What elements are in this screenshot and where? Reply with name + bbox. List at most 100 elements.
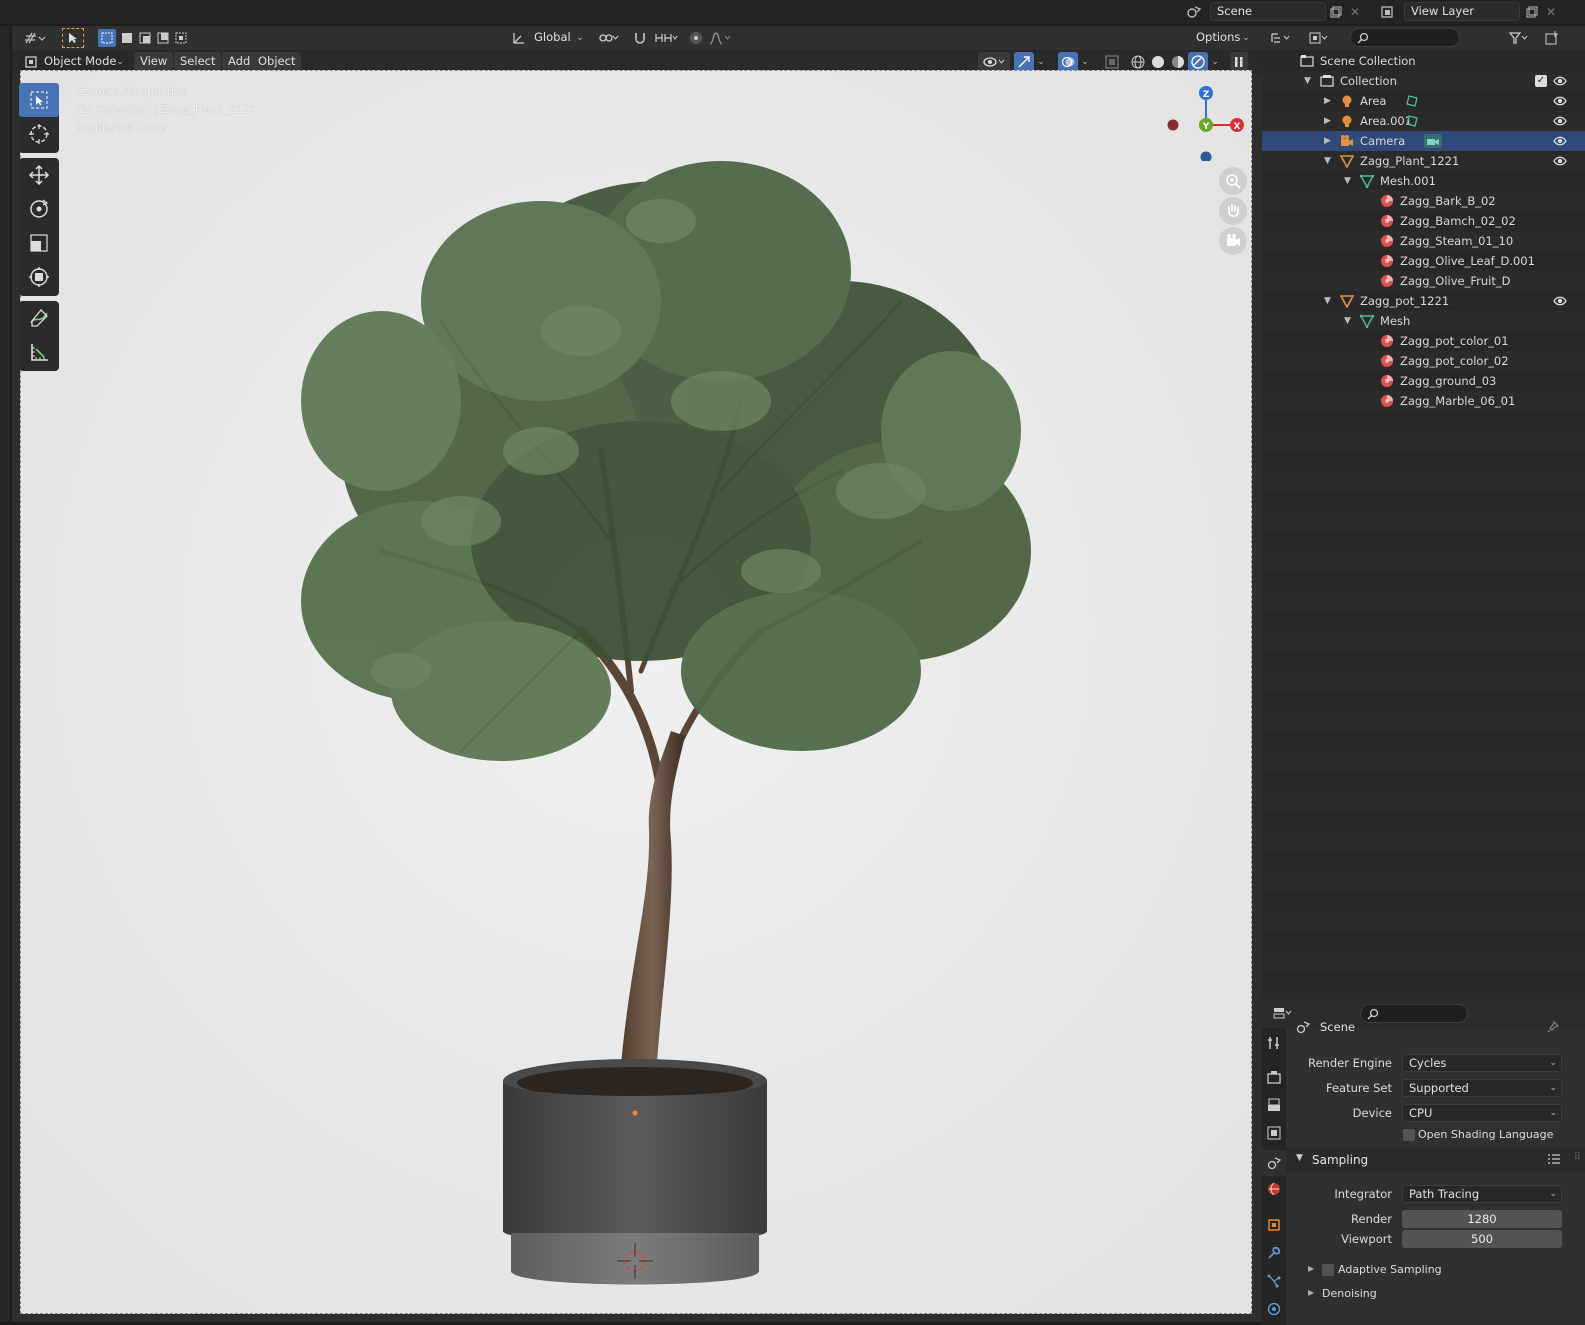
rotate-tool-icon[interactable] [19,192,59,226]
view-layer-selector[interactable]: View Layer [1404,2,1520,21]
shading-rendered-icon[interactable] [1188,52,1208,72]
device-dropdown[interactable]: CPU ⌄ [1402,1104,1562,1122]
filter-icon[interactable] [1504,28,1534,48]
viewport-canvas[interactable]: Camera Perspective (1) Collection | Zagg… [20,70,1252,1314]
render-tab-icon[interactable] [1264,1066,1284,1088]
integrator-dropdown[interactable]: Path Tracing ⌄ [1402,1185,1562,1203]
select-intersect-mode-icon[interactable] [172,29,190,47]
outliner-row[interactable]: ▼ Mesh.001 [1262,171,1585,191]
camera-view-icon[interactable] [1219,227,1247,255]
tool-tab-icon[interactable] [1264,1032,1284,1054]
chevron-right-icon[interactable]: ▶ [1324,91,1331,111]
xray-toggle-icon[interactable] [1102,52,1122,72]
drag-handle-icon[interactable]: ⠿ [1574,1152,1581,1163]
select-extend-mode-icon[interactable] [118,29,136,47]
move-tool-icon[interactable] [19,158,59,192]
select-new-mode-icon[interactable] [98,29,116,47]
adaptive-sampling-subpanel[interactable]: ▶ Adaptive Sampling [1286,1260,1585,1282]
outliner-row[interactable]: Zagg_Bamch_02_02 [1262,211,1585,231]
scene-icon[interactable] [1180,2,1208,21]
editor-type-icon[interactable] [20,28,50,48]
menu-object[interactable]: Object [252,52,302,70]
pivot-point-icon[interactable] [594,28,624,48]
chevron-right-icon[interactable]: ▶ [1324,131,1331,151]
outliner-row[interactable]: ▶ Camera [1262,131,1585,151]
outliner-row[interactable]: Zagg_Olive_Leaf_D.001 [1262,251,1585,271]
denoising-subpanel[interactable]: ▶ Denoising [1286,1284,1585,1306]
object-tab-icon[interactable] [1264,1214,1284,1236]
pan-hand-icon[interactable] [1219,197,1247,225]
menu-select[interactable]: Select [174,52,222,70]
outliner-row[interactable]: ▼ Zagg_pot_1221 [1262,291,1585,311]
new-collection-icon[interactable] [1542,28,1562,48]
transform-tool-icon[interactable] [19,260,59,294]
proportional-falloff-icon[interactable] [706,28,734,48]
select-invert-mode-icon[interactable] [154,29,172,47]
output-tab-icon[interactable] [1264,1094,1284,1116]
sampling-panel-header[interactable]: ▼ Sampling ⠿ [1286,1148,1585,1172]
gizmo-toggle-icon[interactable] [1014,52,1034,72]
select-subtract-mode-icon[interactable] [136,29,154,47]
close-scene-icon[interactable]: ✕ [1346,2,1364,21]
proportional-editing-icon[interactable] [686,28,706,48]
overlays-toggle-icon[interactable] [1058,52,1078,72]
outliner-row[interactable]: Zagg_pot_color_01 [1262,331,1585,351]
active-tool-select-icon[interactable] [62,28,84,48]
scale-tool-icon[interactable] [19,226,59,260]
menu-view[interactable]: View [134,52,174,70]
shading-material-icon[interactable] [1168,52,1188,72]
select-box-tool-icon[interactable] [19,83,59,117]
scene-tab-icon[interactable] [1262,1150,1286,1176]
cursor-tool-icon[interactable] [19,117,59,151]
outliner-row[interactable]: Zagg_Steam_01_10 [1262,231,1585,251]
outliner-row[interactable]: Zagg_Marble_06_01 [1262,391,1585,411]
particles-tab-icon[interactable] [1264,1270,1284,1292]
outliner-row[interactable]: ▼ Mesh [1262,311,1585,331]
outliner-row[interactable]: Zagg_Bark_B_02 [1262,191,1585,211]
viewport-samples-field[interactable]: 500 [1402,1230,1562,1248]
outliner-row[interactable]: Zagg_ground_03 [1262,371,1585,391]
display-mode-icon[interactable] [1304,28,1334,48]
chevron-down-icon[interactable]: ▼ [1344,171,1351,191]
snap-toggle-icon[interactable] [630,28,650,48]
view-layer-icon[interactable] [1374,2,1402,21]
modifier-tab-icon[interactable] [1264,1242,1284,1264]
outliner-row[interactable]: Zagg_pot_color_02 [1262,351,1585,371]
feature-set-dropdown[interactable]: Supported ⌄ [1402,1079,1562,1097]
chevron-right-icon[interactable]: ▶ [1324,111,1331,131]
new-scene-icon[interactable] [1326,2,1346,21]
outliner-editor-type-icon[interactable] [1266,28,1296,48]
view-layer-tab-icon[interactable] [1264,1122,1284,1144]
annotate-tool-icon[interactable] [19,301,59,335]
outliner-row[interactable]: Scene Collection [1262,51,1585,71]
render-samples-field[interactable]: 1280 [1402,1210,1562,1228]
visibility-selectability-icon[interactable] [978,52,1010,72]
scene-selector[interactable]: Scene [1210,2,1326,21]
presets-icon[interactable] [1547,1152,1561,1169]
chevron-down-icon[interactable]: ▼ [1324,151,1331,171]
world-tab-icon[interactable] [1264,1178,1284,1200]
navigation-gizmo[interactable]: Z X Y [1165,81,1245,163]
new-view-layer-icon[interactable] [1522,2,1542,21]
pin-icon[interactable] [1544,1018,1562,1036]
close-view-layer-icon[interactable]: ✕ [1542,2,1560,21]
chevron-down-icon[interactable]: ▼ [1344,311,1351,331]
shading-solid-icon[interactable] [1148,52,1168,72]
outliner-row[interactable]: ▶ Area.001 [1262,111,1585,131]
adaptive-sampling-checkbox[interactable] [1322,1264,1334,1276]
shading-wireframe-icon[interactable] [1128,52,1148,72]
outliner-row[interactable]: ▶ Area [1262,91,1585,111]
measure-tool-icon[interactable] [19,335,59,369]
outliner-row[interactable]: ▼ Zagg_Plant_1221 [1262,151,1585,171]
physics-tab-icon[interactable] [1264,1298,1284,1320]
gizmo-options-icon[interactable]: ⌄ [1034,52,1048,72]
snap-target-icon[interactable] [650,28,682,48]
chevron-down-icon[interactable]: ▼ [1324,291,1331,311]
pause-render-icon[interactable] [1230,52,1248,72]
chevron-down-icon[interactable]: ▼ [1304,71,1311,91]
osl-checkbox[interactable] [1403,1129,1415,1141]
overlays-options-icon[interactable]: ⌄ [1078,52,1092,72]
render-engine-dropdown[interactable]: Cycles ⌄ [1402,1054,1562,1072]
exclude-checkbox[interactable]: ✓ [1535,75,1547,87]
outliner-row[interactable]: Zagg_Olive_Fruit_D [1262,271,1585,291]
